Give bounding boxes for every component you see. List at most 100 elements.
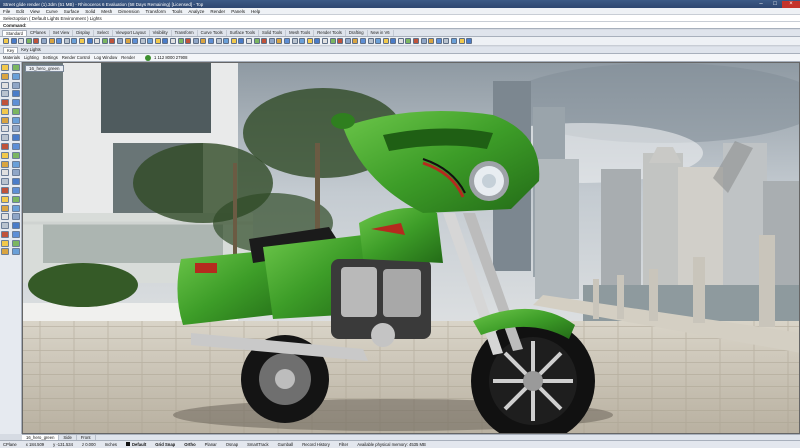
toolbar-tool-icon[interactable]	[261, 38, 268, 44]
toolbar-tool-icon[interactable]	[276, 38, 283, 44]
menu-view[interactable]: View	[30, 9, 40, 14]
toolbar-tool-icon[interactable]	[283, 38, 290, 44]
toggle-smarttrack[interactable]: SmartTrack	[247, 442, 268, 447]
side-tool-icon[interactable]	[1, 143, 9, 151]
tab-mesh-tools[interactable]: Mesh Tools	[286, 30, 315, 36]
toolbar-tool-icon[interactable]	[420, 38, 427, 44]
toolbar-tool-icon[interactable]	[10, 38, 17, 44]
side-tool-icon[interactable]	[1, 160, 9, 168]
toolbar-tool-icon[interactable]	[238, 38, 245, 44]
panel-tab-key[interactable]: Key	[3, 47, 19, 53]
menu-transform[interactable]: Transform	[146, 9, 166, 14]
toolbar-tool-icon[interactable]	[367, 38, 374, 44]
side-tool-icon[interactable]	[12, 169, 20, 177]
toolbar-tool-icon[interactable]	[18, 38, 25, 44]
toolbar-tool-icon[interactable]	[359, 38, 366, 44]
toolbar-tool-icon[interactable]	[268, 38, 275, 44]
render-settings-button[interactable]: Settings	[43, 55, 58, 60]
side-tool-icon[interactable]	[12, 195, 20, 203]
side-tool-icon[interactable]	[12, 230, 20, 238]
toolbar-tool-icon[interactable]	[162, 38, 169, 44]
menu-render[interactable]: Render	[210, 9, 225, 14]
menu-surface[interactable]: Surface	[64, 9, 80, 14]
side-tool-icon[interactable]	[12, 143, 20, 151]
toolbar-tool-icon[interactable]	[177, 38, 184, 44]
toolbar-tool-icon[interactable]	[321, 38, 328, 44]
side-tool-icon[interactable]	[1, 72, 9, 80]
side-tool-icon[interactable]	[1, 134, 9, 142]
toolbar-tool-icon[interactable]	[413, 38, 420, 44]
side-tool-icon[interactable]	[1, 186, 9, 194]
toolbar-tool-icon[interactable]	[185, 38, 192, 44]
side-tool-icon[interactable]	[1, 195, 9, 203]
tab-viewport-layout[interactable]: Viewport Layout	[113, 30, 150, 36]
toggle-record-history[interactable]: Record History	[302, 442, 330, 447]
toggle-grid-snap[interactable]: Grid Snap	[155, 442, 175, 447]
tab-set-view[interactable]: Set View	[50, 30, 74, 36]
tab-drafting[interactable]: Drafting	[346, 30, 368, 36]
tab-curve-tools[interactable]: Curve Tools	[198, 30, 227, 36]
side-tool-icon[interactable]	[1, 107, 9, 115]
toolbar-tool-icon[interactable]	[192, 38, 199, 44]
render-log-window-button[interactable]: Log Window	[94, 55, 117, 60]
tab-standard[interactable]: Standard	[2, 30, 27, 36]
toolbar-tool-icon[interactable]	[344, 38, 351, 44]
menu-curve[interactable]: Curve	[46, 9, 58, 14]
toolbar-tool-icon[interactable]	[139, 38, 146, 44]
side-tool-icon[interactable]	[12, 134, 20, 142]
side-tool-icon[interactable]	[1, 116, 9, 124]
side-tool-icon[interactable]	[12, 222, 20, 230]
menu-help[interactable]: Help	[251, 9, 260, 14]
toolbar-tool-icon[interactable]	[63, 38, 70, 44]
tab-new-in-v6[interactable]: New in V6	[368, 30, 394, 36]
side-tool-icon[interactable]	[12, 107, 20, 115]
toolbar-tool-icon[interactable]	[124, 38, 131, 44]
toolbar-tool-icon[interactable]	[56, 38, 63, 44]
toolbar-tool-icon[interactable]	[230, 38, 237, 44]
side-tool-icon[interactable]	[1, 178, 9, 186]
tab-visibility[interactable]: Visibility	[150, 30, 172, 36]
toolbar-tool-icon[interactable]	[78, 38, 85, 44]
toolbar-tool-icon[interactable]	[352, 38, 359, 44]
toolbar-tool-icon[interactable]	[253, 38, 260, 44]
toolbar-tool-icon[interactable]	[33, 38, 40, 44]
toggle-gumball[interactable]: Gumball	[278, 442, 294, 447]
toolbar-tool-icon[interactable]	[458, 38, 465, 44]
tab-surface-tools[interactable]: Surface Tools	[227, 30, 259, 36]
toolbar-tool-icon[interactable]	[405, 38, 412, 44]
toggle-osnap[interactable]: Osnap	[226, 442, 238, 447]
tab-render-tools[interactable]: Render Tools	[314, 30, 346, 36]
side-tool-icon[interactable]	[12, 81, 20, 89]
toolbar-tool-icon[interactable]	[101, 38, 108, 44]
toolbar-tool-icon[interactable]	[132, 38, 139, 44]
toggle-ortho[interactable]: Ortho	[184, 442, 195, 447]
menu-mesh[interactable]: Mesh	[101, 9, 112, 14]
toolbar-tool-icon[interactable]	[86, 38, 93, 44]
side-tool-icon[interactable]	[12, 64, 20, 71]
side-tool-icon[interactable]	[12, 213, 20, 221]
toolbar-tool-icon[interactable]	[40, 38, 47, 44]
toolbar-tool-icon[interactable]	[94, 38, 101, 44]
toolbar-tool-icon[interactable]	[25, 38, 32, 44]
tab-cplanes[interactable]: CPlanes	[27, 30, 50, 36]
toolbar-tool-icon[interactable]	[291, 38, 298, 44]
close-icon[interactable]: ×	[782, 0, 800, 8]
side-tool-icon[interactable]	[1, 204, 9, 212]
toggle-filter[interactable]: Filter	[339, 442, 348, 447]
toolbar-tool-icon[interactable]	[170, 38, 177, 44]
side-tool-icon[interactable]	[12, 90, 20, 98]
toolbar-tool-icon[interactable]	[451, 38, 458, 44]
side-tool-icon[interactable]	[12, 239, 20, 247]
side-tool-icon[interactable]	[1, 213, 9, 221]
side-tool-icon[interactable]	[12, 186, 20, 194]
toolbar-tool-icon[interactable]	[223, 38, 230, 44]
tab-display[interactable]: Display	[73, 30, 95, 36]
menu-dimension[interactable]: Dimension	[118, 9, 139, 14]
side-tool-icon[interactable]	[12, 125, 20, 133]
menu-edit[interactable]: Edit	[16, 9, 24, 14]
side-tool-icon[interactable]	[1, 222, 9, 230]
menu-panels[interactable]: Panels	[231, 9, 245, 14]
side-tool-icon[interactable]	[1, 125, 9, 133]
toolbar-tool-icon[interactable]	[375, 38, 382, 44]
toolbar-tool-icon[interactable]	[443, 38, 450, 44]
